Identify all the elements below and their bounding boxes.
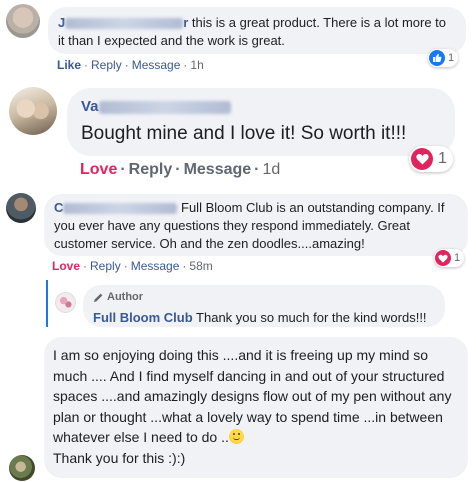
reaction-number: 1 <box>448 52 455 64</box>
reaction-number: 1 <box>438 150 447 167</box>
comment-bubble: Jr this is a great product. There is a l… <box>48 7 466 54</box>
reaction-count[interactable]: 1 <box>428 49 459 67</box>
message-button[interactable]: Message <box>184 161 252 178</box>
blurred-author-name <box>98 100 231 114</box>
comment-text-closing: Thank you for this :):) <box>53 449 186 466</box>
avatar[interactable] <box>9 455 35 481</box>
reply-text: Thank you so much for the kind words!!! <box>196 310 427 325</box>
comment-actions: Love · Reply · Message · 1d <box>80 161 281 178</box>
reply-author[interactable]: Full Bloom Club <box>93 310 193 325</box>
comment-text: I am so enjoying doing this ....and it i… <box>53 347 452 445</box>
timestamp[interactable]: 1d <box>263 161 281 178</box>
comment-bubble: C Full Bloom Club is an outstanding comp… <box>44 194 468 256</box>
comment-actions: Love · Reply · Message · 58m <box>52 259 213 273</box>
avatar[interactable] <box>6 4 40 38</box>
message-button[interactable]: Message <box>131 259 180 273</box>
comment-author[interactable]: J <box>58 15 65 30</box>
page-avatar[interactable] <box>55 292 76 313</box>
comment-text: Full Bloom Club is an outstanding compan… <box>181 200 445 215</box>
heart-icon <box>411 148 433 170</box>
message-button[interactable]: Message <box>132 58 181 72</box>
love-button[interactable]: Love <box>80 161 117 178</box>
reaction-count[interactable]: 1 <box>409 146 453 172</box>
author-badge: Author <box>93 289 435 306</box>
heart-icon <box>435 250 451 266</box>
comment-text-continued: you ever have any questions they respond… <box>54 218 411 251</box>
avatar[interactable] <box>6 193 36 223</box>
love-button[interactable]: Love <box>52 259 80 273</box>
comment-author[interactable]: Va <box>81 98 99 115</box>
comment-bubble: I am so enjoying doing this ....and it i… <box>44 337 468 478</box>
timestamp[interactable]: 1h <box>190 58 203 72</box>
reply-button[interactable]: Reply <box>129 161 173 178</box>
comment-bubble: Va Bought mine and I love it! So worth i… <box>67 88 455 156</box>
comment-text: Bought mine and I love it! So worth it!!… <box>81 123 407 144</box>
pencil-icon <box>94 293 103 302</box>
smile-emoji-icon <box>228 429 244 444</box>
timestamp[interactable]: 58m <box>189 259 212 273</box>
comment-author[interactable]: C <box>54 200 63 215</box>
like-button[interactable]: Like <box>57 58 81 72</box>
like-icon <box>429 50 445 66</box>
blurred-author-name <box>65 18 184 30</box>
comment-text-continued: it than I expected and the work is great… <box>58 33 285 48</box>
comment-text: this is a great product. There is a lot … <box>188 15 447 30</box>
reply-button[interactable]: Reply <box>91 58 122 72</box>
reply-bubble: Author Full Bloom Club Thank you so much… <box>83 285 445 327</box>
blurred-author-name <box>63 203 178 215</box>
reply-button[interactable]: Reply <box>90 259 121 273</box>
comment-actions: Like · Reply · Message · 1h <box>57 58 204 72</box>
reaction-count[interactable]: 1 <box>434 249 465 267</box>
reaction-number: 1 <box>454 252 461 264</box>
avatar[interactable] <box>9 87 57 135</box>
reply-thread-line <box>46 280 48 327</box>
